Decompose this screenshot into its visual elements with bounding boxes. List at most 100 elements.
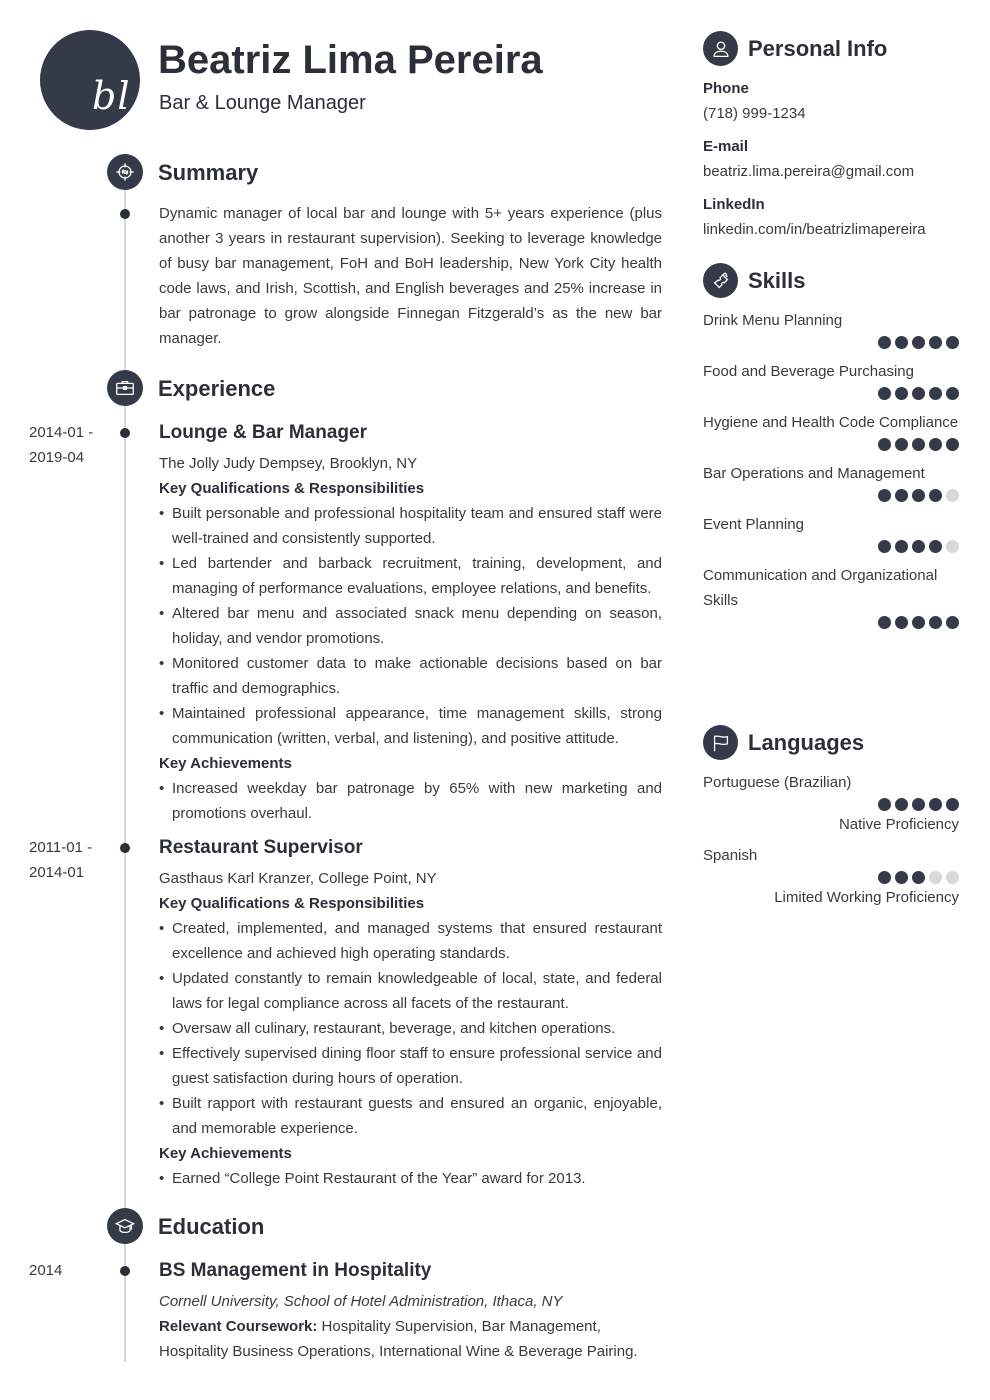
rating-dot-filled <box>895 438 908 451</box>
language-name: Spanish <box>703 847 758 864</box>
rating-dot-filled <box>946 616 959 629</box>
rating-dot-filled <box>878 798 891 811</box>
skill-item: Bar Operations and Management <box>703 461 959 503</box>
job-date-start: 2014-01 - <box>29 424 94 441</box>
personal-info-header: Personal Info <box>703 31 887 66</box>
language-level: Limited Working Proficiency <box>774 889 959 906</box>
personal-info-list: Phone (718) 999-1234 E-mail beatriz.lima… <box>703 76 959 250</box>
list-item: Increased weekday bar patronage by 65% w… <box>159 776 662 826</box>
rating-dot-filled <box>878 616 891 629</box>
skills-heading: Skills <box>748 267 806 293</box>
education-date: 2014 <box>29 1262 63 1279</box>
skill-name: Drink Menu Planning <box>703 312 843 329</box>
rating-dot-filled <box>946 387 959 400</box>
responsibilities-list: Created, implemented, and managed system… <box>159 916 662 1141</box>
achievements-list: Increased weekday bar patronage by 65% w… <box>159 776 662 826</box>
rating-dot-filled <box>912 871 925 884</box>
rating-dot-filled <box>929 540 942 553</box>
rating-dot-empty <box>946 489 959 502</box>
summary-text: Dynamic manager of local bar and lounge … <box>159 205 662 347</box>
language-item: Portuguese (Brazilian) Native Proficiency <box>703 770 959 837</box>
rating-dots <box>703 616 959 630</box>
language-name: Portuguese (Brazilian) <box>703 774 852 791</box>
coursework: Relevant Coursework: Hospitality Supervi… <box>159 1314 662 1364</box>
rating-dot-filled <box>895 387 908 400</box>
skill-item: Drink Menu Planning <box>703 308 959 350</box>
skill-name: Communication and Organizational Skills <box>703 567 938 609</box>
rating-dot-filled <box>895 798 908 811</box>
skills-list: Drink Menu Planning Food and Beverage Pur… <box>703 308 959 639</box>
rating-dot-empty <box>929 871 942 884</box>
rating-dot-filled <box>912 798 925 811</box>
rating-dot-filled <box>929 438 942 451</box>
rating-dot-filled <box>878 336 891 349</box>
education-entry: BS Management in Hospitality Cornell Uni… <box>159 1259 662 1364</box>
graduation-cap-icon <box>107 1208 143 1244</box>
rating-dot-filled <box>946 438 959 451</box>
skill-name: Food and Beverage Purchasing <box>703 363 914 380</box>
job-dates: 2011-01 - 2014-01 <box>29 835 109 885</box>
rating-dot-filled <box>912 387 925 400</box>
summary-heading: Summary <box>158 160 259 185</box>
email-value: beatriz.lima.pereira@gmail.com <box>703 163 915 180</box>
rating-dot-filled <box>946 798 959 811</box>
job-dates: 2014-01 - 2019-04 <box>29 420 109 470</box>
rating-dots <box>703 336 959 350</box>
skill-item: Communication and Organizational Skills <box>703 563 959 630</box>
qualifications-heading: Key Qualifications & Responsibilities <box>159 895 425 912</box>
list-item: Built rapport with restaurant guests and… <box>159 1091 662 1141</box>
timeline-dot <box>120 1266 130 1276</box>
list-item: Altered bar menu and associated snack me… <box>159 601 662 651</box>
rating-dot-filled <box>929 336 942 349</box>
school: Cornell University, School of Hotel Admi… <box>159 1293 563 1310</box>
timeline-line <box>124 172 126 1362</box>
personal-info-heading: Personal Info <box>748 35 888 61</box>
phone-value: (718) 999-1234 <box>703 105 806 122</box>
list-item: Built personable and professional hospit… <box>159 501 662 551</box>
responsibilities-list: Built personable and professional hospit… <box>159 501 662 751</box>
avatar-initials: bl <box>92 74 131 118</box>
rating-dots <box>703 798 959 812</box>
rating-dot-empty <box>946 871 959 884</box>
rating-dots <box>703 387 959 401</box>
timeline-dot <box>120 209 130 219</box>
achievements-heading: Key Achievements <box>159 755 292 772</box>
skill-item: Food and Beverage Purchasing <box>703 359 959 401</box>
list-item: Created, implemented, and managed system… <box>159 916 662 966</box>
phone-label: Phone <box>703 80 749 97</box>
languages-list: Portuguese (Brazilian) Native Proficiency… <box>703 770 959 916</box>
rating-dot-filled <box>912 336 925 349</box>
language-item: Spanish Limited Working Proficiency <box>703 843 959 910</box>
rating-dot-filled <box>929 387 942 400</box>
education-heading: Education <box>158 1214 265 1239</box>
skills-header: Skills <box>703 263 805 298</box>
linkedin-label: LinkedIn <box>703 196 765 213</box>
languages-heading: Languages <box>748 729 865 755</box>
email-label: E-mail <box>703 138 749 155</box>
rating-dot-filled <box>895 616 908 629</box>
job-date-start: 2011-01 - <box>29 839 93 856</box>
rating-dot-empty <box>946 540 959 553</box>
candidate-title: Bar & Lounge Manager <box>159 92 366 114</box>
rating-dots <box>703 871 959 885</box>
job-entry: Lounge & Bar Manager The Jolly Judy Demp… <box>159 421 662 826</box>
candidate-name: Beatriz Lima Pereira <box>158 38 543 82</box>
skill-name: Bar Operations and Management <box>703 465 925 482</box>
linkedin-value: linkedin.com/in/beatrizlimapereira <box>703 221 926 238</box>
flag-icon <box>703 725 738 760</box>
language-level: Native Proficiency <box>838 816 959 833</box>
rating-dot-filled <box>895 871 908 884</box>
job-role: Lounge & Bar Manager <box>159 422 367 443</box>
list-item: Led bartender and barback recruitment, t… <box>159 551 662 601</box>
skill-name: Event Planning <box>703 516 804 533</box>
rating-dot-filled <box>878 438 891 451</box>
list-item: Monitored customer data to make actionab… <box>159 651 662 701</box>
rating-dot-filled <box>929 489 942 502</box>
rating-dot-filled <box>929 798 942 811</box>
user-icon <box>703 31 738 66</box>
job-date-end: 2019-04 <box>29 449 85 466</box>
achievements-list: Earned “College Point Restaurant of the … <box>159 1166 662 1191</box>
rating-dot-filled <box>895 336 908 349</box>
rating-dot-filled <box>912 540 925 553</box>
qualifications-heading: Key Qualifications & Responsibilities <box>159 480 425 497</box>
